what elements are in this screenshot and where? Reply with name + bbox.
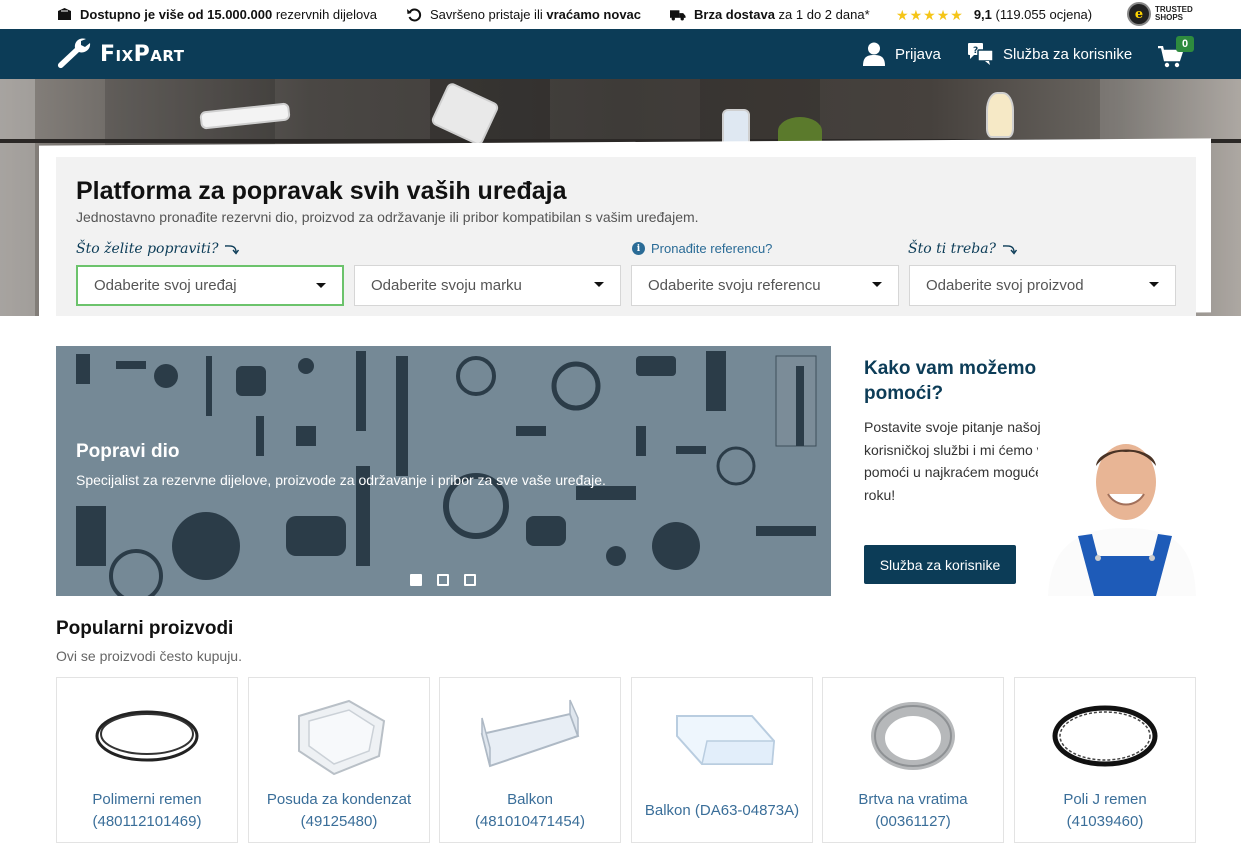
truck-icon — [670, 8, 686, 22]
product-ref: (49125480) — [300, 813, 378, 830]
product-card[interactable]: Brtva na vratima (00361127) — [822, 677, 1004, 843]
chat-icon: ? — [968, 43, 993, 65]
return-info: Savršeno pristaje ili vraćamo novac — [406, 0, 641, 29]
return-icon — [406, 8, 422, 22]
page-subtitle: Jednostavno pronađite rezervni dio, proi… — [76, 209, 699, 225]
select-appliance[interactable]: Odaberite svoj uređaj — [76, 265, 344, 306]
product-card[interactable]: Poli J remen (41039460) — [1014, 677, 1196, 843]
search-panel: Platforma za popravak svih vaših uređaja… — [56, 157, 1196, 316]
product-ref: (41039460) — [1066, 813, 1144, 830]
help-title: Kako vam možemo pomoći? — [864, 358, 1037, 404]
product-ref: (481010471454) — [474, 813, 586, 830]
carousel-dot-2[interactable] — [437, 574, 449, 586]
product-card[interactable]: Polimerni remen (480112101469) — [56, 677, 238, 843]
carousel-dots — [410, 574, 491, 586]
popular-subtitle: Ovi se proizvodi često kupuju. — [56, 648, 242, 664]
chevron-down-icon — [872, 282, 882, 287]
customer-service-button[interactable]: Služba za korisnike — [864, 545, 1016, 584]
select-reference[interactable]: Odaberite svoju referencu — [631, 265, 899, 306]
user-icon — [863, 42, 885, 66]
rating-info[interactable]: ★ ★ ★ ★ ★ 9,1 (119.055 ocjena) — [896, 0, 1092, 29]
rating-stars-icon: ★ ★ ★ ★ ★ — [896, 6, 963, 23]
cart-count-badge: 0 — [1176, 36, 1194, 52]
popular-title: Popularni proizvodi — [56, 618, 234, 639]
banner-text: Specijalist za rezervne dijelove, proizv… — [76, 472, 606, 488]
carousel-dot-3[interactable] — [464, 574, 476, 586]
curved-arrow-icon — [225, 245, 240, 255]
product-card[interactable]: Posuda za kondenzat (49125480) — [248, 677, 430, 843]
help-text: Postavite svoje pitanje našoj korisničko… — [864, 419, 1064, 503]
select-product[interactable]: Odaberite svoj proizvod — [909, 265, 1176, 306]
product-name: Brtva na vratima — [858, 791, 968, 808]
poly-v-belt-image — [1052, 705, 1158, 767]
info-icon: i — [632, 242, 645, 255]
banner-title: Popravi dio — [76, 441, 180, 462]
hint-find-reference[interactable]: i Pronađite referencu? — [632, 241, 772, 256]
stock-info: Dostupno je više od 15.000.000 rezervnih… — [56, 0, 377, 29]
cart-button[interactable]: 0 — [1158, 36, 1198, 70]
hint-need: Što ti treba? — [908, 241, 1018, 257]
curved-arrow-icon — [1003, 245, 1018, 255]
top-info-bar: Dostupno je više od 15.000.000 rezervnih… — [0, 0, 1241, 29]
door-seal-image — [871, 702, 955, 770]
product-name: Polimerni remen — [92, 791, 202, 808]
product-name: Poli J remen — [1063, 791, 1147, 808]
carousel-dot-1[interactable] — [410, 574, 422, 586]
page-title: Platforma za popravak svih vaših uređaja — [76, 177, 567, 205]
product-name: Balkon (DA63-04873A) — [644, 802, 800, 819]
svg-text:?: ? — [973, 46, 978, 56]
door-shelf-image — [676, 715, 776, 765]
support-person-image — [1038, 436, 1196, 596]
box-icon — [56, 8, 72, 22]
trusted-shops-seal-icon: e — [1127, 2, 1151, 26]
door-shelf-image — [480, 699, 580, 768]
select-brand[interactable]: Odaberite svoju marku — [354, 265, 621, 306]
chevron-down-icon — [316, 283, 326, 288]
product-name: Posuda za kondenzat — [266, 791, 412, 808]
delivery-info: Brza dostava za 1 do 2 dana* — [670, 0, 870, 29]
product-ref: (480112101469) — [92, 813, 202, 830]
product-ref: (00361127) — [875, 813, 951, 830]
chevron-down-icon — [594, 282, 604, 287]
bulb-part-image — [986, 92, 1014, 138]
belt-image — [95, 710, 199, 762]
fixpart-logo[interactable]: FixPart — [56, 37, 185, 71]
trusted-shops-badge[interactable]: e TRUSTED SHOPS — [1127, 2, 1193, 26]
customer-service-link[interactable]: ? Služba za korisnike — [968, 29, 1132, 79]
wrench-icon — [57, 38, 91, 69]
product-card[interactable]: Balkon (DA63-04873A) — [631, 677, 813, 843]
product-card[interactable]: Balkon (481010471454) — [439, 677, 621, 843]
promo-banner[interactable]: Popravi dio Specijalist za rezervne dije… — [56, 346, 831, 596]
product-name: Balkon — [507, 791, 553, 808]
condensate-tray-image — [298, 699, 386, 776]
login-link[interactable]: Prijava — [863, 29, 941, 79]
chevron-down-icon — [1149, 282, 1159, 287]
hint-repair: Što želite popraviti? — [76, 241, 240, 257]
